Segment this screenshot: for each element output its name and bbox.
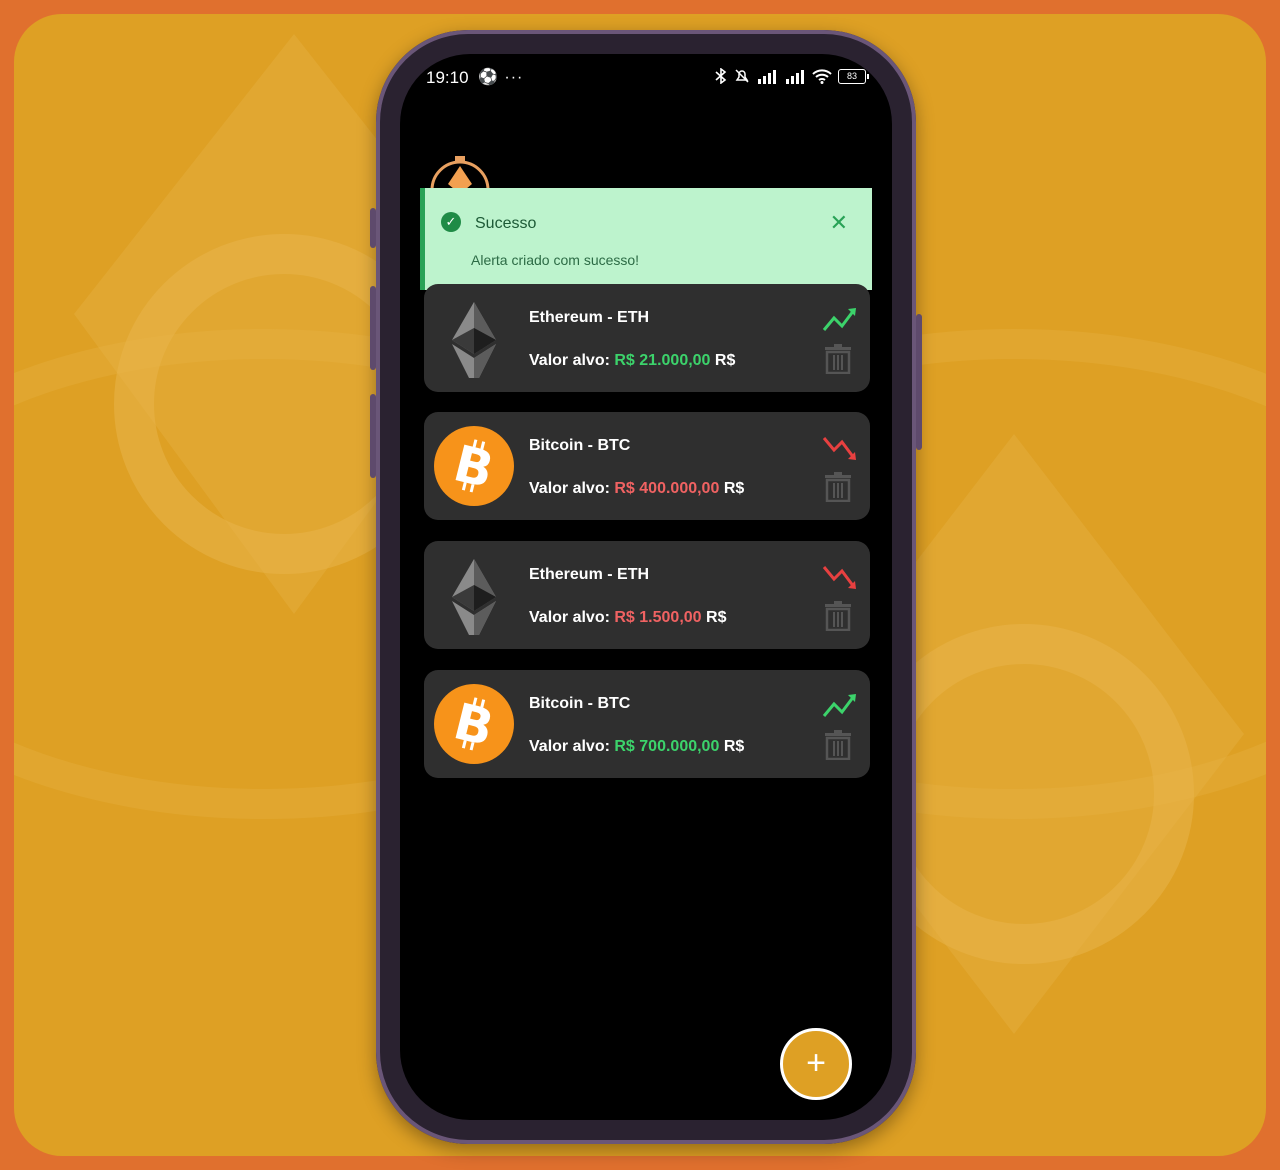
phone-frame: 19:10 ⚽ ··· 83 ✓ Sucesso ✕ Alerta criado… [370, 30, 922, 1144]
phone-power-button [916, 314, 922, 450]
toast-message: Alerta criado com sucesso! [471, 252, 640, 268]
trash-icon[interactable] [824, 344, 852, 374]
ethereum-icon [452, 302, 496, 378]
check-circle-icon: ✓ [441, 212, 461, 232]
phone-volume-up [370, 286, 376, 370]
alert-card[interactable]: Ethereum - ETH Valor alvo: R$ 21.000,00 … [424, 284, 870, 392]
alert-card[interactable]: B Bitcoin - BTC Valor alvo: R$ 700.000,0… [424, 670, 870, 778]
add-alert-button[interactable]: + [780, 1028, 852, 1100]
mute-icon [735, 69, 749, 83]
alert-coin-name: Bitcoin - BTC [529, 695, 631, 712]
trend-down-icon [822, 566, 856, 589]
value-label: Valor alvo: [529, 738, 610, 755]
status-bar: 19:10 ⚽ ··· 83 [400, 54, 892, 104]
status-time: 19:10 [426, 68, 469, 87]
trash-icon[interactable] [824, 730, 852, 760]
alert-coin-name: Bitcoin - BTC [529, 437, 631, 454]
alert-target-value: Valor alvo: R$ 700.000,00 R$ [529, 738, 744, 756]
success-toast[interactable]: ✓ Sucesso ✕ Alerta criado com sucesso! [420, 188, 872, 290]
value-label: Valor alvo: [529, 352, 610, 369]
trend-down-icon [822, 437, 856, 460]
ethereum-icon [452, 559, 496, 635]
bitcoin-icon: B [434, 426, 514, 506]
trash-icon[interactable] [824, 472, 852, 502]
status-notification-icons: ⚽ ··· [478, 69, 524, 86]
phone-side-button [370, 208, 376, 248]
close-icon[interactable]: ✕ [830, 212, 848, 234]
target-price: R$ 400.000,00 [614, 480, 720, 497]
currency-suffix: R$ [714, 352, 736, 369]
value-label: Valor alvo: [529, 609, 610, 626]
alert-coin-name: Ethereum - ETH [529, 566, 650, 583]
alert-coin-name: Ethereum - ETH [529, 309, 650, 326]
alert-target-value: Valor alvo: R$ 21.000,00 R$ [529, 352, 735, 370]
alert-target-value: Valor alvo: R$ 400.000,00 R$ [529, 480, 744, 498]
signal-icon [758, 70, 776, 84]
wifi-icon [812, 69, 832, 84]
target-price: R$ 1.500,00 [614, 609, 702, 626]
trend-up-icon [822, 308, 856, 331]
plus-icon: + [806, 1044, 826, 1082]
toast-title: Sucesso [475, 215, 537, 232]
alert-card[interactable]: Ethereum - ETH Valor alvo: R$ 1.500,00 R… [424, 541, 870, 649]
status-icons: 83 [714, 68, 869, 84]
value-label: Valor alvo: [529, 480, 610, 497]
currency-suffix: R$ [723, 480, 745, 497]
bitcoin-icon: B [434, 684, 514, 764]
app-screen: 19:10 ⚽ ··· 83 ✓ Sucesso ✕ Alerta criado… [400, 54, 892, 1120]
trend-up-icon [822, 694, 856, 717]
currency-suffix: R$ [723, 738, 745, 755]
trash-icon[interactable] [824, 601, 852, 631]
target-price: R$ 700.000,00 [614, 738, 720, 755]
bluetooth-icon [715, 68, 727, 84]
currency-suffix: R$ [706, 609, 727, 626]
signal-icon-2 [786, 70, 804, 84]
phone-volume-down [370, 394, 376, 478]
alert-target-value: Valor alvo: R$ 1.500,00 R$ [529, 609, 726, 627]
battery-icon: 83 [838, 68, 869, 84]
alert-card[interactable]: B Bitcoin - BTC Valor alvo: R$ 400.000,0… [424, 412, 870, 520]
target-price: R$ 21.000,00 [614, 352, 711, 369]
